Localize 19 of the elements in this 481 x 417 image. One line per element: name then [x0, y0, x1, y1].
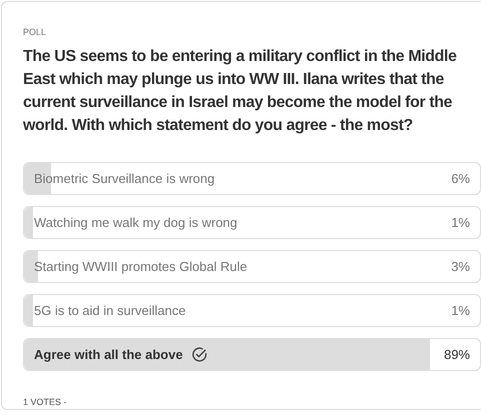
option-percent: 6%	[451, 170, 470, 188]
vote-count: 1 VOTES -	[23, 396, 68, 409]
option-percent: 3%	[451, 258, 470, 276]
option-percent: 1%	[451, 214, 470, 232]
option-percent: 89%	[444, 346, 470, 364]
option-text: Agree with all the above	[34, 346, 183, 364]
poll-option[interactable]: 5G is to aid in surveillance 1%	[23, 294, 481, 327]
poll-option[interactable]: Watching me walk my dog is wrong 1%	[23, 206, 481, 239]
option-text: 5G is to aid in surveillance	[34, 302, 186, 320]
option-percent: 1%	[451, 302, 470, 320]
option-text: Biometric Surveillance is wrong	[34, 170, 215, 188]
check-circle-icon	[190, 346, 208, 363]
poll-option[interactable]: Starting WWIII promotes Global Rule 3%	[23, 250, 481, 283]
option-text: Starting WWIII promotes Global Rule	[34, 258, 248, 276]
poll-option[interactable]: Agree with all the above 89%	[23, 338, 481, 371]
poll-label: POLL	[23, 26, 48, 38]
poll-question: The US seems to be entering a military conflict in the Middle East which may plunge us into WW III. Ilana writes that the current surveillance in Israel may become the model for the world. With which statement do you agree - the most?	[23, 47, 458, 136]
option-text: Watching me walk my dog is wrong	[34, 214, 238, 232]
poll-option[interactable]: Biometric Surveillance is wrong 6%	[23, 162, 481, 195]
